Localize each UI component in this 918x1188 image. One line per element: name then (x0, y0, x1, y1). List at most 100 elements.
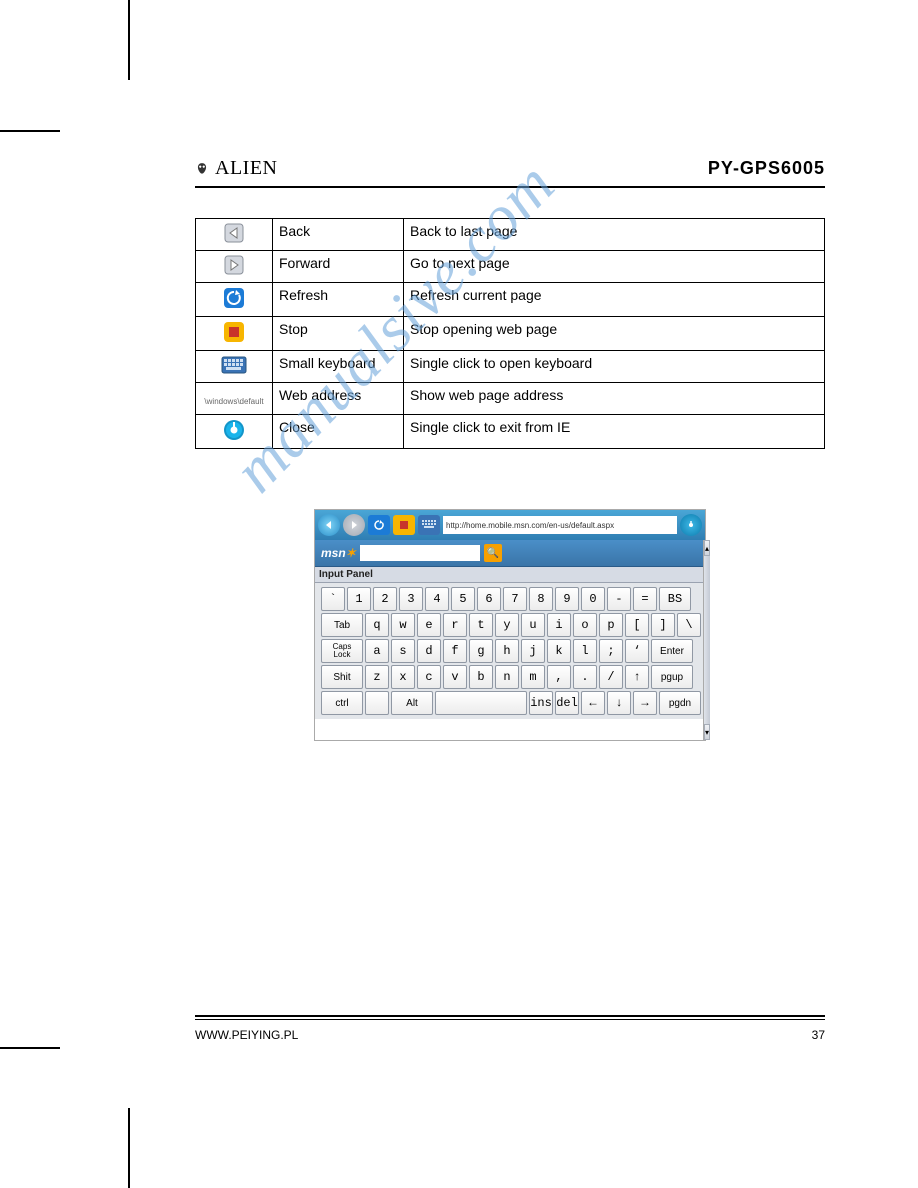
table-row: Forward Go to next page (196, 251, 825, 283)
keyboard-icon[interactable] (418, 515, 440, 535)
alien-logo-icon (195, 162, 209, 176)
refresh-icon (223, 287, 245, 309)
page-content: ALIEN PY-GPS6005 Back Back to last page … (195, 155, 825, 741)
key[interactable]: j (521, 639, 545, 663)
key[interactable]: d (417, 639, 441, 663)
key[interactable]: 2 (373, 587, 397, 611)
key[interactable]: a (365, 639, 389, 663)
forward-icon (224, 255, 244, 275)
key[interactable]: → (633, 691, 657, 715)
key[interactable] (435, 691, 527, 715)
row-name: Refresh (273, 283, 404, 317)
key[interactable]: o (573, 613, 597, 637)
table-row: Stop Stop opening web page (196, 317, 825, 351)
browser-screenshot: http://home.mobile.msn.com/en-us/default… (314, 509, 706, 741)
key[interactable]: s (391, 639, 415, 663)
key[interactable]: b (469, 665, 493, 689)
key[interactable]: e (417, 613, 441, 637)
key[interactable]: ‘ (625, 639, 649, 663)
key[interactable]: Shit (321, 665, 363, 689)
key[interactable]: u (521, 613, 545, 637)
header-rule (195, 186, 825, 188)
key[interactable]: r (443, 613, 467, 637)
key[interactable]: q (365, 613, 389, 637)
key[interactable]: Enter (651, 639, 693, 663)
key[interactable]: ctrl (321, 691, 363, 715)
key[interactable]: 7 (503, 587, 527, 611)
msn-search-input[interactable] (360, 545, 480, 561)
key[interactable]: 1 (347, 587, 371, 611)
browser-toolbar: http://home.mobile.msn.com/en-us/default… (315, 510, 705, 540)
key[interactable]: h (495, 639, 519, 663)
row-desc: Single click to open keyboard (404, 351, 825, 383)
key[interactable]: 4 (425, 587, 449, 611)
key[interactable]: \ (677, 613, 701, 637)
row-name: Small keyboard (273, 351, 404, 383)
key[interactable]: t (469, 613, 493, 637)
key[interactable]: ; (599, 639, 623, 663)
key[interactable]: 0 (581, 587, 605, 611)
key[interactable]: y (495, 613, 519, 637)
key[interactable]: - (607, 587, 631, 611)
key[interactable]: i (547, 613, 571, 637)
scroll-up-icon[interactable]: ▴ (704, 540, 710, 556)
back-icon[interactable] (318, 514, 340, 536)
refresh-icon[interactable] (368, 515, 390, 535)
stop-icon[interactable] (393, 515, 415, 535)
key[interactable]: 5 (451, 587, 475, 611)
key[interactable]: 9 (555, 587, 579, 611)
close-icon[interactable] (680, 514, 702, 536)
key[interactable]: ↑ (625, 665, 649, 689)
key[interactable]: ins (529, 691, 553, 715)
key[interactable]: x (391, 665, 415, 689)
key[interactable]: k (547, 639, 571, 663)
row-name: Back (273, 219, 404, 251)
key[interactable]: g (469, 639, 493, 663)
key[interactable]: Tab (321, 613, 363, 637)
key[interactable]: v (443, 665, 467, 689)
table-row: Back Back to last page (196, 219, 825, 251)
crop-mark-bot-v (128, 1108, 130, 1188)
footer-site: WWW.PEIYING.PL (195, 1028, 298, 1042)
key[interactable]: z (365, 665, 389, 689)
key[interactable]: / (599, 665, 623, 689)
key[interactable]: BS (659, 587, 691, 611)
row-desc: Back to last page (404, 219, 825, 251)
key[interactable]: l (573, 639, 597, 663)
row-desc: Refresh current page (404, 283, 825, 317)
key[interactable]: CapsLock (321, 639, 363, 663)
row-name: Stop (273, 317, 404, 351)
key[interactable]: w (391, 613, 415, 637)
key[interactable]: , (547, 665, 571, 689)
key[interactable]: 8 (529, 587, 553, 611)
key[interactable]: ` (321, 587, 345, 611)
key[interactable]: ] (651, 613, 675, 637)
key[interactable]: ← (581, 691, 605, 715)
key[interactable]: n (495, 665, 519, 689)
key[interactable]: [ (625, 613, 649, 637)
key[interactable]: pgup (651, 665, 693, 689)
key[interactable]: ↓ (607, 691, 631, 715)
close-icon (223, 419, 245, 441)
page-number: 37 (812, 1028, 825, 1042)
forward-icon[interactable] (343, 514, 365, 536)
row-desc: Show web page address (404, 383, 825, 415)
key[interactable]: Alt (391, 691, 433, 715)
key[interactable]: m (521, 665, 545, 689)
key[interactable]: = (633, 587, 657, 611)
scrollbar[interactable]: ▴ ▾ (703, 540, 710, 740)
key[interactable]: del (555, 691, 579, 715)
model-number: PY-GPS6005 (708, 158, 825, 179)
icon-reference-table: Back Back to last page Forward Go to nex… (195, 218, 825, 449)
msn-search-button[interactable]: 🔍 (484, 544, 502, 562)
key[interactable]: pgdn (659, 691, 701, 715)
key[interactable]: . (573, 665, 597, 689)
scroll-down-icon[interactable]: ▾ (704, 724, 710, 740)
key[interactable]: f (443, 639, 467, 663)
key[interactable]: c (417, 665, 441, 689)
key[interactable]: p (599, 613, 623, 637)
key[interactable]: 3 (399, 587, 423, 611)
address-bar[interactable]: http://home.mobile.msn.com/en-us/default… (443, 516, 677, 534)
key[interactable]: 6 (477, 587, 501, 611)
key[interactable] (365, 691, 389, 715)
